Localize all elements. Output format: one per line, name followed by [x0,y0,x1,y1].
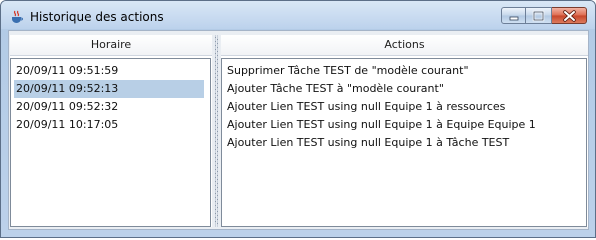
horaire-list[interactable]: 20/09/11 09:51:59 20/09/11 09:52:13 20/0… [10,58,211,227]
drag-handle-icon [215,35,218,227]
close-icon [563,10,576,22]
split-pane-divider[interactable] [213,35,220,227]
content-area: Horaire 20/09/11 09:51:59 20/09/11 09:52… [8,30,589,230]
history-window: Historique des actions Horaire 20/09/11 … [0,0,596,238]
action-row[interactable]: Ajouter Lien TEST using null Equipe 1 à … [225,116,536,134]
actions-list[interactable]: Supprimer Tâche TEST de "modèle courant"… [221,58,587,227]
maximize-icon [532,10,545,22]
action-row[interactable]: Ajouter Tâche TEST à "modèle courant" [225,80,444,98]
close-button[interactable] [552,7,587,24]
minimize-button[interactable] [501,7,526,24]
action-row[interactable]: Ajouter Lien TEST using null Equipe 1 à … [225,134,509,152]
window-title: Historique des actions [30,10,164,24]
time-row[interactable]: 20/09/11 09:51:59 [14,62,204,80]
minimize-icon [509,16,519,21]
maximize-button[interactable] [526,7,552,24]
action-row[interactable]: Ajouter Lien TEST using null Equipe 1 à … [225,98,505,116]
horaire-header: Horaire [10,35,212,56]
time-row[interactable]: 20/09/11 10:17:05 [14,116,204,134]
time-row-selected[interactable]: 20/09/11 09:52:13 [14,80,204,98]
title-bar[interactable]: Historique des actions [1,1,595,29]
horaire-panel: Horaire 20/09/11 09:51:59 20/09/11 09:52… [10,35,212,227]
java-cup-icon [10,10,24,24]
actions-header: Actions [221,35,588,56]
time-row[interactable]: 20/09/11 09:52:32 [14,98,204,116]
action-row[interactable]: Supprimer Tâche TEST de "modèle courant" [225,62,469,80]
actions-panel: Actions Supprimer Tâche TEST de "modèle … [221,35,588,227]
